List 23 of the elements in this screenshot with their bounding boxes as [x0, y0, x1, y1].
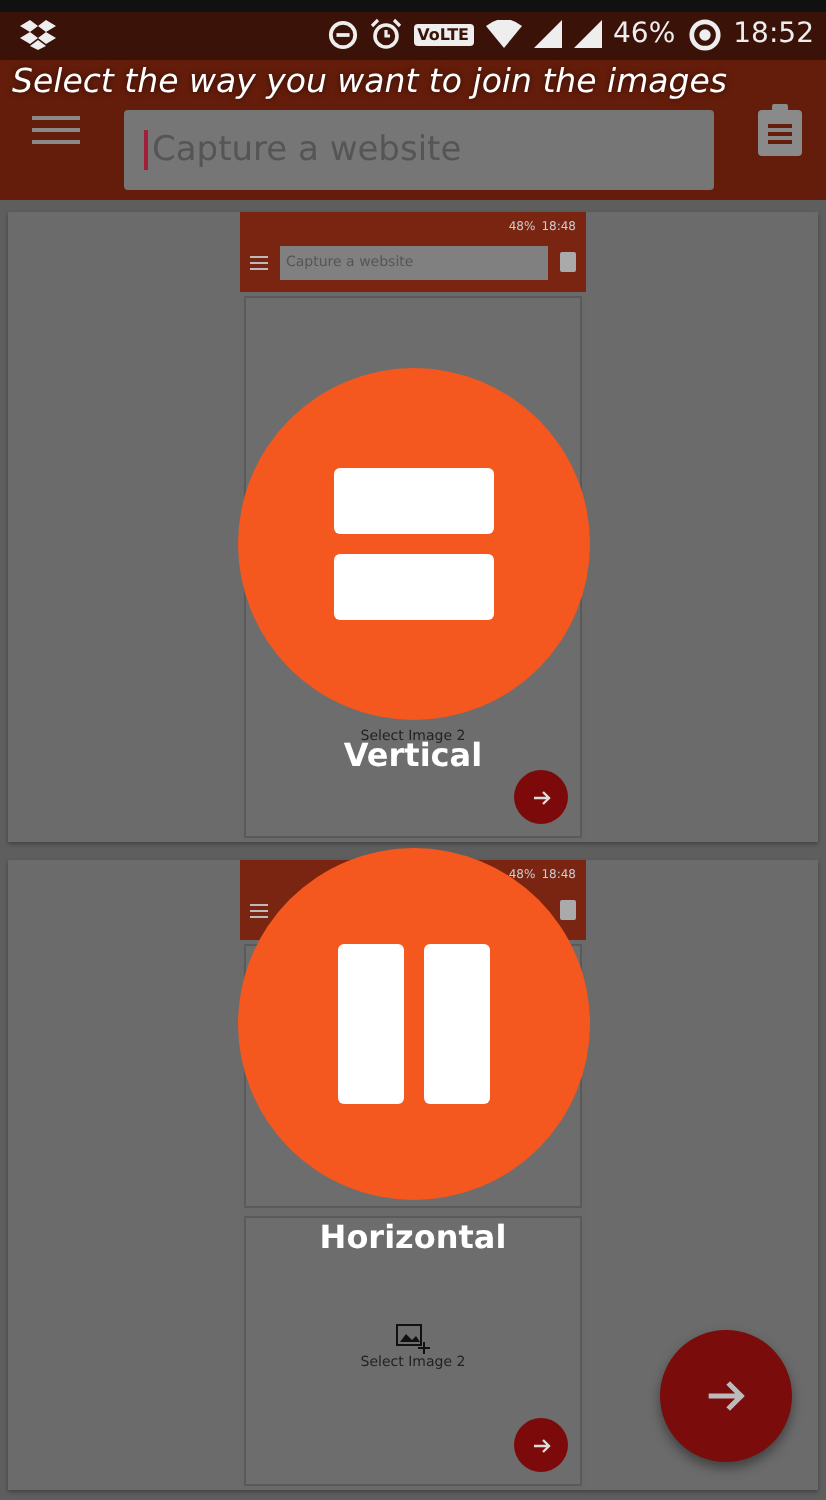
- clipboard-icon: [560, 252, 576, 272]
- wifi-icon: [485, 20, 522, 48]
- menu-icon[interactable]: [32, 114, 80, 146]
- clipboard-icon[interactable]: [758, 104, 802, 156]
- arrow-icon: [529, 785, 553, 809]
- network-badge: VoLTE: [413, 23, 474, 45]
- battery-text: 46%: [613, 18, 676, 50]
- clipboard-icon: [560, 900, 576, 920]
- menu-icon: [250, 255, 268, 269]
- hint-text: Select the way you want to join the images: [12, 62, 728, 100]
- dropbox-icon: [20, 19, 56, 49]
- time-text: 18:52: [733, 18, 814, 50]
- stacked-rows-icon: [333, 468, 493, 620]
- signal-icon: [573, 20, 602, 48]
- signal-icon: [533, 20, 562, 48]
- option-label: Horizontal: [317, 1217, 509, 1255]
- menu-icon: [250, 903, 268, 917]
- battery-ring-icon: [687, 17, 722, 51]
- arrow-icon: [529, 1433, 553, 1457]
- add-image-icon: [395, 1323, 431, 1354]
- do-not-disturb-icon: [327, 19, 358, 49]
- side-by-side-columns-icon: [337, 944, 489, 1104]
- alarm-icon: [369, 18, 402, 50]
